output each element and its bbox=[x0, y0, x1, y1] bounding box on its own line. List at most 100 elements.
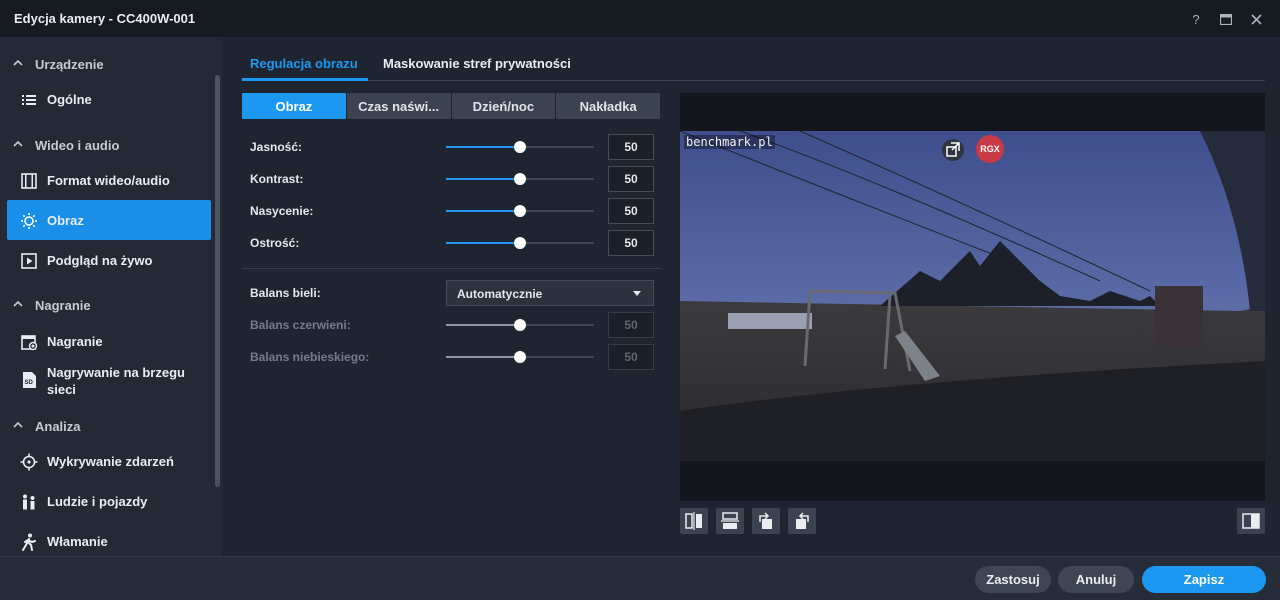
slider-knob[interactable] bbox=[514, 205, 526, 217]
sd-card-icon: SD bbox=[23, 372, 36, 388]
saturation-label: Nasycenie: bbox=[250, 204, 314, 218]
sidebar-item-image[interactable]: Obraz bbox=[7, 200, 211, 240]
blue-balance-label: Balans niebieskiego: bbox=[250, 350, 370, 364]
sidebar-item-people-vehicles[interactable]: Ludzie i pojazdy bbox=[7, 481, 211, 521]
sidebar-item-label: Nagrywanie na brzegu sieci bbox=[47, 365, 185, 397]
group-label: Analiza bbox=[35, 419, 81, 434]
red-balance-slider bbox=[446, 318, 594, 332]
walking-person-icon bbox=[22, 533, 36, 551]
sidebar-scrollbar[interactable] bbox=[215, 75, 220, 487]
group-label: Wideo i audio bbox=[35, 138, 120, 153]
chevron-up-icon bbox=[13, 300, 23, 307]
slider-knob bbox=[514, 319, 526, 331]
apply-button[interactable]: Zastosuj bbox=[975, 566, 1051, 593]
sidebar-item-label: Ludzie i pojazdy bbox=[47, 494, 148, 509]
sidebar-item-intrusion[interactable]: Włamanie bbox=[7, 521, 211, 556]
sidebar: Urządzenie Ogólne Wideo i audio Format w… bbox=[0, 37, 222, 556]
group-device[interactable]: Urządzenie bbox=[0, 49, 212, 79]
red-balance-label: Balans czerwieni: bbox=[250, 318, 351, 332]
brightness-label: Jasność: bbox=[250, 140, 303, 154]
help-icon[interactable]: ? bbox=[1186, 9, 1206, 29]
slider-fill bbox=[446, 210, 520, 212]
main-panel: Regulacja obrazu Maskowanie stref prywat… bbox=[222, 37, 1280, 556]
contrast-slider[interactable] bbox=[446, 172, 594, 186]
chevron-down-icon bbox=[633, 291, 641, 296]
slider-fill bbox=[446, 178, 520, 180]
camera-preview: benchmark.pl RGX bbox=[680, 93, 1265, 501]
flip-horizontal-icon bbox=[685, 512, 702, 530]
active-tab-indicator bbox=[242, 78, 368, 81]
rotate-right-button[interactable] bbox=[788, 508, 816, 534]
divider bbox=[242, 268, 661, 269]
save-button[interactable]: Zapisz bbox=[1142, 566, 1266, 593]
sun-icon bbox=[21, 213, 37, 229]
rotate-left-button[interactable] bbox=[752, 508, 780, 534]
slider-knob[interactable] bbox=[514, 237, 526, 249]
group-label: Urządzenie bbox=[35, 57, 104, 72]
blue-balance-value: 50 bbox=[608, 344, 654, 370]
slider-fill bbox=[446, 242, 520, 244]
saturation-value[interactable]: 50 bbox=[608, 198, 654, 224]
contrast-label: Kontrast: bbox=[250, 172, 304, 186]
split-view-button[interactable] bbox=[1237, 508, 1265, 534]
flip-horizontal-button[interactable] bbox=[680, 508, 708, 534]
slider-knob[interactable] bbox=[514, 141, 526, 153]
subtab-bar: Obraz Czas naświ... Dzień/noc Nakładka bbox=[242, 93, 661, 119]
rgx-badge[interactable]: RGX bbox=[976, 135, 1004, 163]
sidebar-item-live-view[interactable]: Podgląd na żywo bbox=[7, 240, 211, 280]
white-balance-select[interactable]: Automatycznie bbox=[446, 280, 654, 306]
subtab-image[interactable]: Obraz bbox=[242, 93, 346, 119]
sidebar-item-label: Obraz bbox=[47, 213, 84, 228]
external-link-icon[interactable] bbox=[942, 139, 964, 161]
flip-vertical-button[interactable] bbox=[716, 508, 744, 534]
svg-text:SD: SD bbox=[25, 380, 34, 386]
camera-scene-image bbox=[680, 131, 1265, 461]
close-icon[interactable] bbox=[1246, 9, 1266, 29]
chevron-up-icon bbox=[13, 421, 23, 428]
group-video-audio[interactable]: Wideo i audio bbox=[0, 130, 212, 160]
sidebar-item-label: Włamanie bbox=[47, 534, 108, 549]
chevron-up-icon bbox=[13, 140, 23, 147]
subtab-exposure[interactable]: Czas naświ... bbox=[346, 93, 451, 119]
slider-fill bbox=[446, 324, 520, 326]
red-balance-value: 50 bbox=[608, 312, 654, 338]
brightness-slider[interactable] bbox=[446, 140, 594, 154]
cancel-button[interactable]: Anuluj bbox=[1058, 566, 1134, 593]
brightness-value[interactable]: 50 bbox=[608, 134, 654, 160]
rotate-right-icon bbox=[796, 512, 809, 529]
sidebar-item-label: Format wideo/audio bbox=[47, 173, 170, 188]
sidebar-item-video-format[interactable]: Format wideo/audio bbox=[7, 160, 211, 200]
group-analysis[interactable]: Analiza bbox=[0, 411, 212, 441]
sharpness-slider[interactable] bbox=[446, 236, 594, 250]
crosshair-icon bbox=[20, 453, 38, 471]
sharpness-value[interactable]: 50 bbox=[608, 230, 654, 256]
subtab-overlay[interactable]: Nakładka bbox=[556, 93, 660, 119]
group-recording[interactable]: Nagranie bbox=[0, 290, 212, 320]
flip-vertical-icon bbox=[721, 512, 739, 529]
sidebar-item-general[interactable]: Ogólne bbox=[7, 79, 211, 119]
white-balance-label: Balans bieli: bbox=[250, 286, 321, 300]
live-video-frame[interactable]: benchmark.pl RGX bbox=[680, 131, 1265, 461]
maximize-icon[interactable] bbox=[1216, 9, 1236, 29]
sidebar-item-label: Ogólne bbox=[47, 92, 92, 107]
slider-fill bbox=[446, 146, 520, 148]
slider-knob[interactable] bbox=[514, 173, 526, 185]
sidebar-item-label: Podgląd na żywo bbox=[47, 253, 153, 268]
contrast-value[interactable]: 50 bbox=[608, 166, 654, 192]
tab-image-adjustment[interactable]: Regulacja obrazu bbox=[250, 56, 358, 71]
window-title: Edycja kamery - CC400W-001 bbox=[14, 11, 196, 26]
slider-knob bbox=[514, 351, 526, 363]
calendar-record-icon bbox=[21, 335, 38, 351]
sidebar-item-label: Wykrywanie zdarzeń bbox=[47, 454, 174, 469]
group-label: Nagranie bbox=[35, 298, 91, 313]
saturation-slider[interactable] bbox=[446, 204, 594, 218]
subtab-day-night[interactable]: Dzień/noc bbox=[451, 93, 556, 119]
sidebar-item-edge-recording[interactable]: SD Nagrywanie na brzegu sieci bbox=[7, 359, 211, 403]
rotate-left-icon bbox=[759, 512, 772, 529]
tab-privacy-mask[interactable]: Maskowanie stref prywatności bbox=[383, 56, 571, 71]
play-icon bbox=[21, 253, 37, 269]
sidebar-item-recording[interactable]: Nagranie bbox=[7, 321, 211, 361]
sidebar-item-event-detection[interactable]: Wykrywanie zdarzeń bbox=[7, 441, 211, 481]
chevron-up-icon bbox=[13, 59, 23, 66]
slider-fill bbox=[446, 356, 520, 358]
